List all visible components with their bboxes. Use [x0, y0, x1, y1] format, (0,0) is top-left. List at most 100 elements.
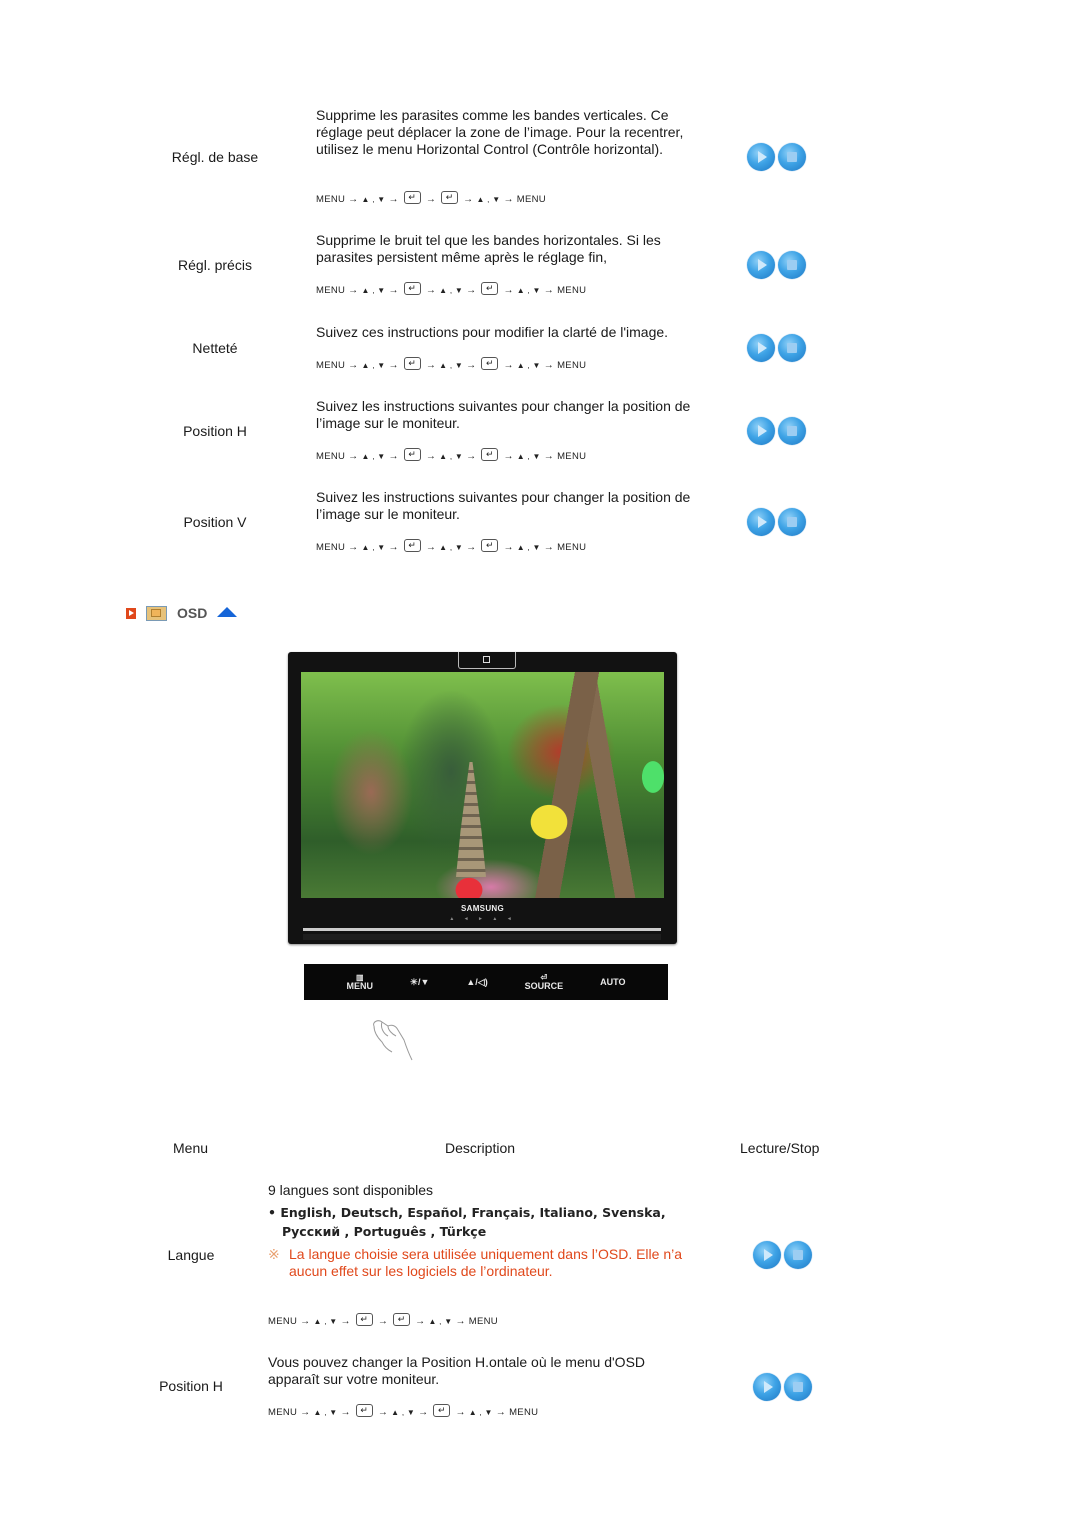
arrow-right-icon: →	[300, 1316, 311, 1327]
stop-button[interactable]	[784, 1373, 812, 1401]
arrow-right-icon: →	[455, 1316, 466, 1327]
stop-button[interactable]	[778, 143, 806, 171]
menu-key-label: MENU	[316, 194, 346, 205]
osd-image-icon	[146, 605, 167, 621]
enter-key-icon: ↵	[403, 539, 421, 552]
go-top-arrow-icon[interactable]	[217, 607, 238, 617]
monitor-base-strip	[303, 934, 661, 940]
enter-key-icon: ↵	[355, 1313, 373, 1326]
menu-key-label: MENU	[316, 285, 346, 296]
menu-label-osd-position-h: Position H	[159, 1378, 223, 1394]
arrow-right-icon: →	[425, 285, 437, 296]
monitor-control-panel: ▥ MENU ☀/▼ ▲/◁) ⏎ SOURCE AUTO	[304, 964, 668, 1000]
stop-icon	[793, 1382, 803, 1392]
arrow-right-icon: →	[388, 542, 399, 553]
arrow-right-icon: →	[495, 1407, 507, 1418]
arrow-right-icon: →	[377, 1316, 389, 1327]
key-sequence: MENU → ▲ , ▼ → ↵ → ▲ , ▼ → ↵ → ▲ , ▼ → MENU	[316, 357, 586, 372]
control-source-button[interactable]: ⏎ SOURCE	[525, 973, 564, 991]
control-menu-label: MENU	[346, 981, 373, 991]
enter-key-icon: ↵	[355, 1404, 373, 1417]
up-down-key-icon: ▲ , ▼	[439, 286, 464, 295]
play-icon	[758, 425, 767, 437]
menu-key-label: MENU	[557, 285, 587, 296]
play-button[interactable]	[747, 508, 775, 536]
up-down-key-icon: ▲ , ▼	[361, 543, 386, 552]
key-sequence: MENU → ▲ , ▼ → ↵ → ↵ → ▲ , ▼ → MENU	[268, 1313, 498, 1328]
control-auto-button[interactable]: AUTO	[600, 976, 626, 987]
menu-key-label: MENU	[516, 194, 546, 205]
langue-intro: 9 langues sont disponibles	[268, 1182, 434, 1198]
up-down-key-icon: ▲ , ▼	[361, 195, 386, 204]
description-position-v: Suivez les instructions suivantes pour c…	[316, 489, 691, 522]
play-button[interactable]	[753, 1241, 781, 1269]
arrow-right-icon: →	[388, 360, 399, 371]
arrow-right-icon: →	[543, 451, 555, 462]
menu-key-label: MENU	[316, 360, 346, 371]
up-down-key-icon: ▲ , ▼	[516, 286, 541, 295]
arrow-right-icon: →	[388, 451, 399, 462]
control-menu-button[interactable]: ▥ MENU	[346, 973, 373, 991]
arrow-right-icon: →	[340, 1316, 351, 1327]
arrow-right-icon: →	[466, 285, 477, 296]
description-nettete: Suivez ces instructions pour modifier la…	[316, 324, 669, 340]
description-regl-precis: Supprime le bruit tel que les bandes hor…	[316, 232, 661, 265]
arrow-right-icon: →	[425, 194, 437, 205]
stop-button[interactable]	[778, 508, 806, 536]
enter-key-icon: ↵	[441, 191, 459, 204]
play-icon	[758, 342, 767, 354]
stop-button[interactable]	[778, 417, 806, 445]
monitor-illustration: SAMSUNG ▲ ◄ ► ▲ ◄	[288, 652, 677, 944]
up-down-key-icon: ▲ , ▼	[476, 195, 501, 204]
arrow-right-icon: →	[543, 542, 555, 553]
enter-key-icon: ↵	[403, 448, 421, 461]
play-button[interactable]	[753, 1373, 781, 1401]
control-source-label: SOURCE	[524, 981, 564, 991]
control-up-volume-button[interactable]: ▲/◁)	[466, 976, 488, 987]
up-down-key-icon: ▲ , ▼	[361, 286, 386, 295]
control-auto-label: AUTO	[600, 976, 626, 987]
up-down-key-icon: ▲ , ▼	[361, 452, 386, 461]
play-icon	[764, 1249, 773, 1261]
description-osd-position-h: Vous pouvez changer la Position H.ontale…	[268, 1354, 646, 1387]
play-button[interactable]	[747, 143, 775, 171]
menu-label-position-h: Position H	[183, 423, 247, 439]
play-stop-controls	[747, 143, 806, 171]
stop-button[interactable]	[778, 251, 806, 279]
menu-key-label: MENU	[468, 1316, 498, 1327]
arrow-right-icon: →	[388, 285, 399, 296]
arrow-right-icon: →	[300, 1407, 311, 1418]
key-sequence: MENU → ▲ , ▼ → ↵ → ▲ , ▼ → ↵ → ▲ , ▼ → MENU	[316, 448, 587, 463]
menu-key-label: MENU	[316, 451, 346, 462]
control-brightness-down-button[interactable]: ☀/▼	[410, 977, 429, 987]
play-button[interactable]	[747, 417, 775, 445]
menu-key-label: MENU	[557, 451, 587, 462]
arrow-right-icon: →	[466, 451, 477, 462]
arrow-right-icon: →	[503, 360, 514, 371]
play-stop-controls	[753, 1373, 812, 1401]
enter-key-icon: ↵	[433, 1404, 451, 1417]
arrow-right-icon: →	[503, 194, 514, 205]
enter-key-icon: ↵	[481, 357, 499, 370]
play-button[interactable]	[747, 334, 775, 362]
up-down-key-icon: ▲ , ▼	[313, 1408, 338, 1417]
key-sequence: MENU → ▲ , ▼ → ↵ → ▲ , ▼ → ↵ → ▲ , ▼ → MENU	[268, 1404, 538, 1419]
play-button[interactable]	[747, 251, 775, 279]
arrow-right-icon: →	[415, 1316, 426, 1327]
stop-icon	[787, 343, 797, 353]
table-header-play-stop: Lecture/Stop	[740, 1140, 820, 1156]
up-down-key-icon: ▲ , ▼	[361, 361, 386, 370]
key-sequence: MENU → ▲ , ▼ → ↵ → ▲ , ▼ → ↵ → ▲ , ▼ → MENU	[316, 539, 586, 554]
up-down-key-icon: ▲ , ▼	[468, 1408, 493, 1417]
play-icon	[758, 516, 767, 528]
enter-key-icon: ↵	[393, 1313, 411, 1326]
stop-button[interactable]	[778, 334, 806, 362]
up-down-key-icon: ▲ , ▼	[391, 1408, 416, 1417]
language-list-line-1: • English, Deutsch, Español, Français, I…	[268, 1205, 666, 1220]
arrow-right-icon: →	[503, 285, 514, 296]
arrow-right-icon: →	[455, 1407, 466, 1418]
arrow-right-icon: →	[543, 285, 555, 296]
control-up-volume-label: ▲/◁)	[466, 976, 488, 987]
stop-button[interactable]	[784, 1241, 812, 1269]
key-sequence: MENU → ▲ , ▼ → ↵ → ▲ , ▼ → ↵ → ▲ , ▼ → MENU	[316, 282, 587, 297]
